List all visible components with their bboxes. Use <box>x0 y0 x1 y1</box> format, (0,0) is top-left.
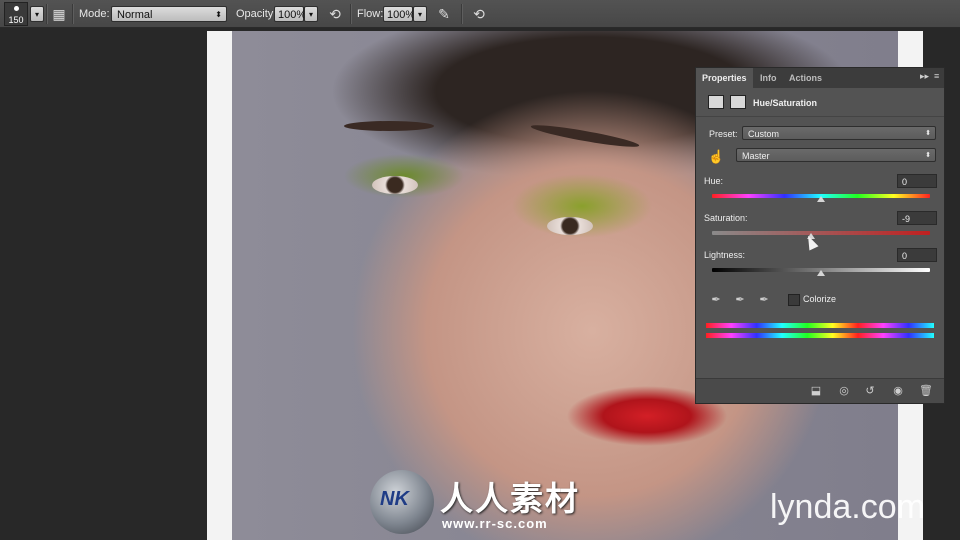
panel-tabs: Properties Info Actions ▸▸ ≡ <box>696 68 944 88</box>
brush-panel-toggle-icon[interactable]: ▦ <box>50 5 68 23</box>
preset-value: Custom <box>748 129 780 139</box>
opacity-label: Opacity: <box>236 8 277 20</box>
divider <box>461 4 463 24</box>
channel-value: Master <box>742 151 770 161</box>
preset-select[interactable]: Custom ⬍ <box>742 126 936 140</box>
adjustment-icon[interactable] <box>708 95 724 109</box>
lynda-logo: lynda.com <box>770 488 925 526</box>
clip-to-layer-icon[interactable]: ⬓ <box>808 383 824 399</box>
adjustment-header: Hue/Saturation <box>696 90 944 117</box>
pressure-opacity-icon[interactable]: ⟲ <box>326 5 344 23</box>
trash-icon[interactable]: 🗑 <box>918 383 934 399</box>
lightness-input[interactable]: 0 <box>897 248 937 262</box>
lightness-slider-thumb[interactable] <box>817 270 825 276</box>
pressure-size-icon[interactable]: ⟲ <box>470 5 488 23</box>
watermark-chinese-text: 人人素材 <box>440 480 580 517</box>
properties-panel: Properties Info Actions ▸▸ ≡ Hue/Saturat… <box>695 67 945 404</box>
flow-input[interactable]: 100% <box>383 6 416 22</box>
right-eye <box>547 217 593 235</box>
saturation-input[interactable]: -9 <box>897 211 937 225</box>
output-color-spectrum <box>706 333 934 338</box>
targeted-adjustment-hand-icon[interactable]: ☝ <box>708 149 724 165</box>
view-previous-state-icon[interactable]: ◎ <box>836 383 852 399</box>
visibility-eye-icon[interactable]: ◉ <box>890 383 906 399</box>
colorize-checkbox[interactable] <box>788 294 800 306</box>
hue-slider-thumb[interactable] <box>817 196 825 202</box>
opacity-input[interactable]: 100% <box>274 6 307 22</box>
brush-preset-picker[interactable]: 150 <box>4 2 28 26</box>
brush-preset-dropdown-arrow[interactable]: ▾ <box>30 6 44 22</box>
left-eyebrow <box>344 121 434 131</box>
options-bar: 150 ▾ ▦ Mode: Normal ⬍ Opacity: 100% ▾ ⟲… <box>0 0 960 28</box>
tab-actions[interactable]: Actions <box>783 68 828 88</box>
watermark: NK 人人素材 www.rr-sc.com <box>370 468 610 538</box>
divider <box>350 4 352 24</box>
panel-footer: ⬓ ◎ ↺ ◉ 🗑 <box>696 378 944 403</box>
mode-select-value: Normal <box>117 9 153 21</box>
watermark-url: www.rr-sc.com <box>442 516 548 531</box>
panel-menu-icon[interactable]: ≡ <box>934 71 939 81</box>
saturation-label: Saturation: <box>704 213 748 223</box>
flow-value: 100% <box>387 9 416 21</box>
divider <box>46 4 48 24</box>
chevron-updown-icon: ⬍ <box>215 10 222 19</box>
input-color-spectrum <box>706 323 934 328</box>
channel-select[interactable]: Master ⬍ <box>736 148 936 162</box>
left-eye <box>372 176 418 194</box>
lightness-label: Lightness: <box>704 250 746 260</box>
watermark-logo-icon: NK <box>370 470 434 534</box>
eyedropper-icon[interactable]: ✒ <box>709 293 723 307</box>
tab-properties[interactable]: Properties <box>696 68 753 88</box>
reset-icon[interactable]: ↺ <box>862 383 878 399</box>
flow-slider-toggle[interactable]: ▾ <box>413 6 427 22</box>
airbrush-icon[interactable]: ✎ <box>435 5 453 23</box>
right-eyebrow <box>529 121 641 151</box>
tab-info[interactable]: Info <box>754 68 783 88</box>
hue-label: Hue: <box>704 176 724 186</box>
opacity-slider-toggle[interactable]: ▾ <box>304 6 318 22</box>
collapse-panel-icon[interactable]: ▸▸ <box>920 71 929 82</box>
saturation-slider-track[interactable] <box>712 231 930 235</box>
brush-size: 150 <box>8 15 24 25</box>
divider <box>72 4 74 24</box>
chevron-updown-icon: ⬍ <box>925 152 931 159</box>
chevron-updown-icon: ⬍ <box>925 130 931 137</box>
brush-tip-icon <box>14 6 19 11</box>
flow-label: Flow: <box>357 8 384 20</box>
eyedropper-minus-icon[interactable]: ✒ <box>757 293 771 307</box>
mask-icon[interactable] <box>730 95 746 109</box>
opacity-value: 100% <box>278 9 307 21</box>
mode-select[interactable]: Normal ⬍ <box>111 6 227 22</box>
mode-label: Mode: <box>79 8 110 20</box>
hue-input[interactable]: 0 <box>897 174 937 188</box>
preset-label: Preset: <box>709 129 738 139</box>
eyedropper-plus-icon[interactable]: ✒ <box>733 293 747 307</box>
adjustment-title: Hue/Saturation <box>753 98 818 108</box>
colorize-label: Colorize <box>803 294 837 304</box>
